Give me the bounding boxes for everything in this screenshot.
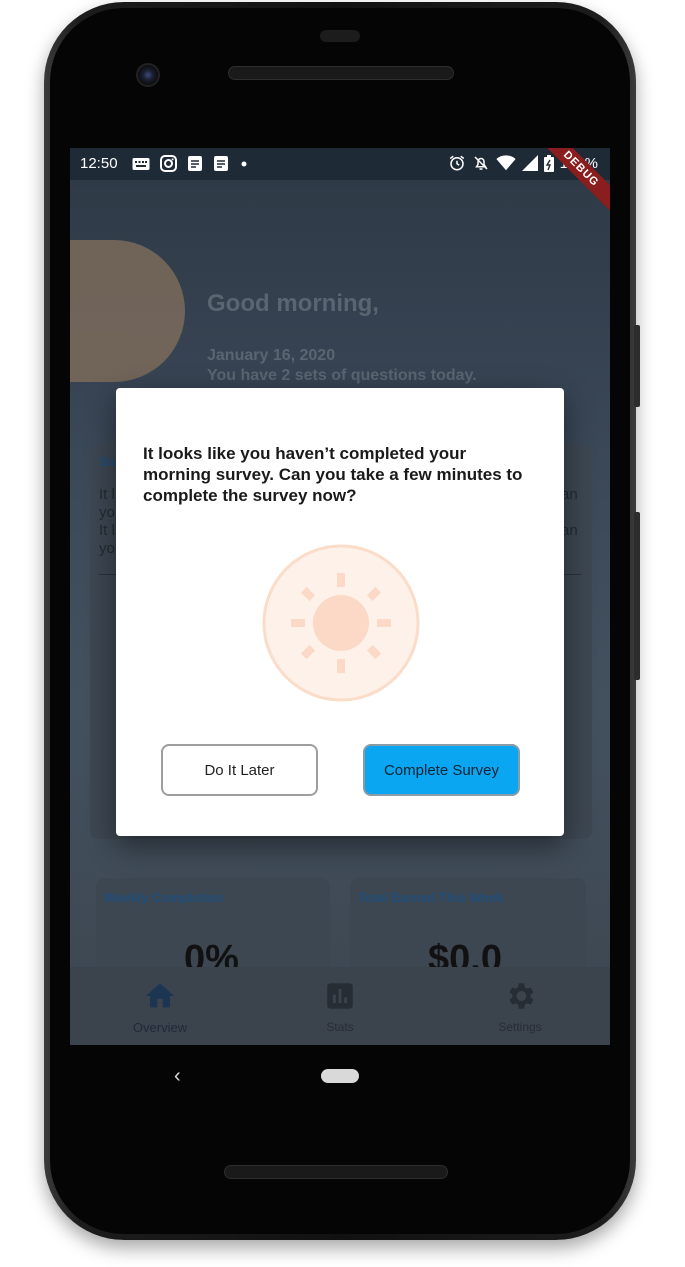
status-bar: 12:50 100% DEBUG	[70, 148, 610, 215]
system-navigation-bar: ‹	[70, 1045, 610, 1107]
notification-icons	[132, 155, 249, 172]
complete-survey-button[interactable]: Complete Survey	[363, 744, 520, 796]
bottom-speaker	[224, 1165, 448, 1179]
notifications-off-icon	[474, 156, 488, 170]
do-it-later-button[interactable]: Do It Later	[161, 744, 318, 796]
sun-icon	[262, 544, 420, 702]
power-button	[634, 512, 640, 680]
app-screen: Good morning, January 16, 2020 You have …	[70, 148, 610, 1045]
wifi-icon	[496, 155, 516, 171]
instagram-icon	[160, 155, 177, 172]
home-pill-button[interactable]	[321, 1069, 359, 1083]
survey-reminder-dialog: It looks like you haven’t completed your…	[116, 388, 564, 836]
front-camera	[136, 63, 160, 87]
more-notifications-dot-icon	[241, 161, 247, 166]
top-slot	[320, 30, 360, 42]
alarm-icon	[449, 155, 464, 171]
dialog-message: It looks like you haven’t completed your…	[143, 444, 523, 505]
status-time: 12:50	[80, 155, 118, 172]
modal-scrim[interactable]: It looks like you haven’t completed your…	[70, 180, 610, 1045]
cell-signal-icon	[521, 155, 538, 171]
back-icon[interactable]: ‹	[174, 1065, 181, 1088]
keyboard-icon	[132, 157, 150, 170]
volume-button	[634, 325, 640, 407]
app-notification-icon	[188, 156, 202, 171]
earpiece-speaker	[228, 66, 454, 80]
battery-icon	[543, 154, 554, 172]
app-notification-icon	[214, 156, 228, 171]
